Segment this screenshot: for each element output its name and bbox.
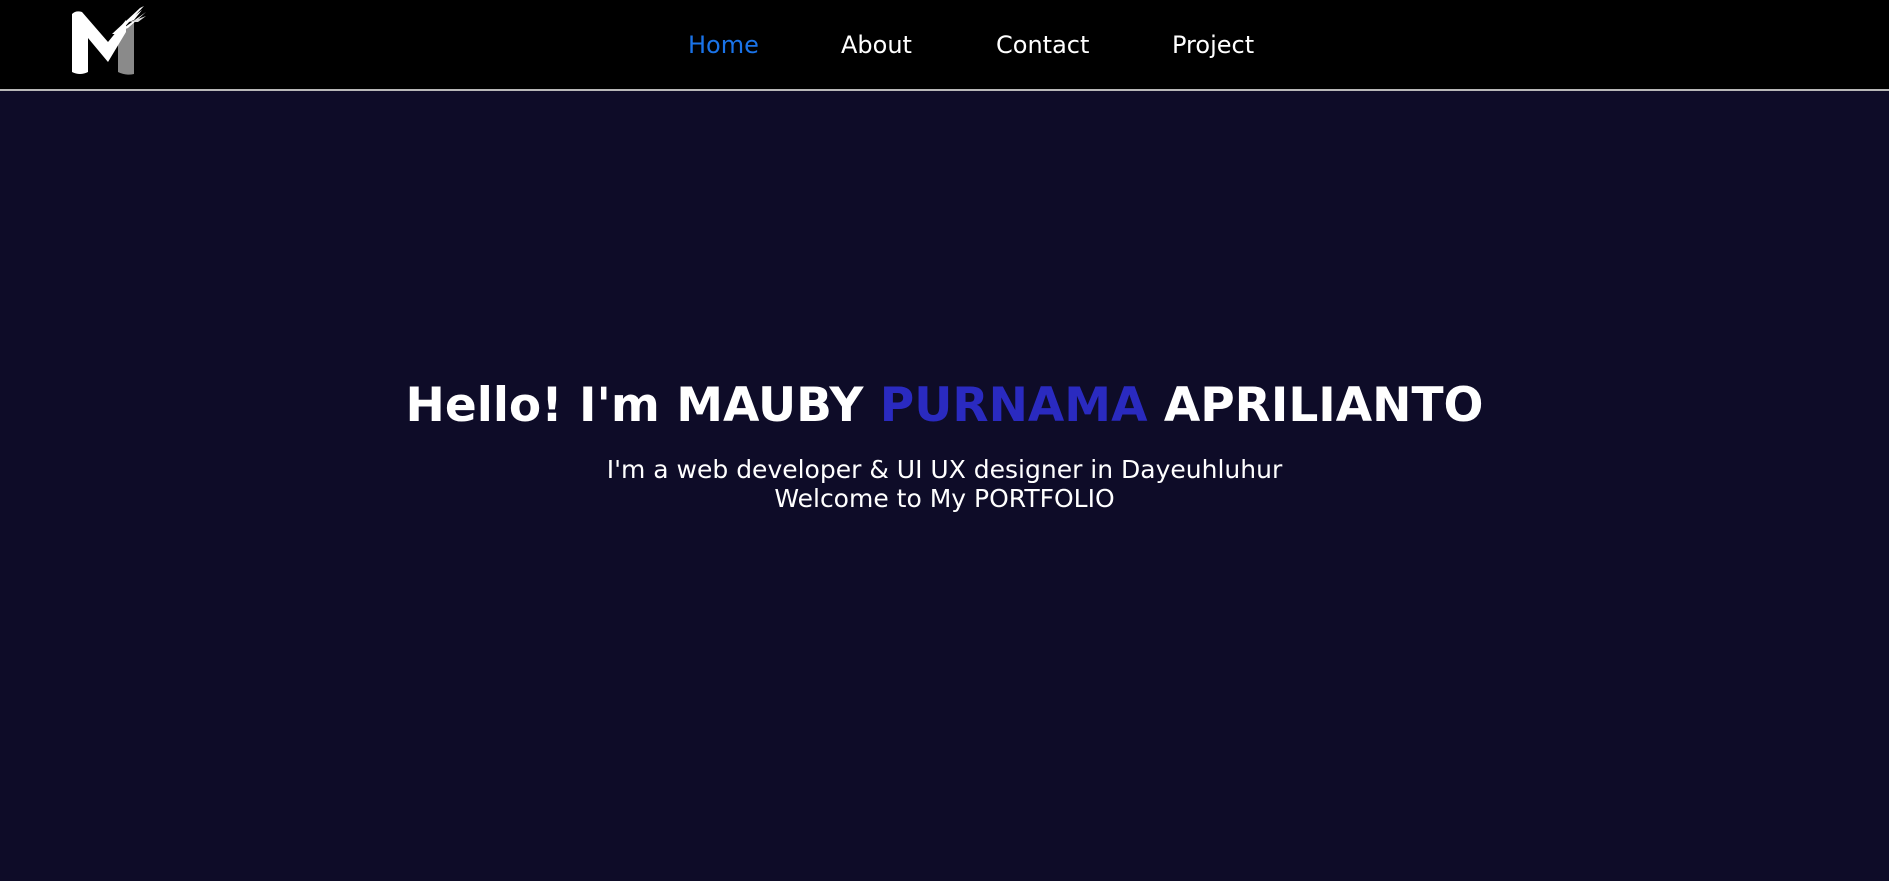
hero-section: Hello! I'm MAUBY PURNAMA APRILIANTO I'm … <box>0 91 1889 881</box>
nav-link-about[interactable]: About <box>841 30 912 60</box>
hero-first-name: MAUBY <box>676 378 864 433</box>
hero-subtitle-line1: I'm a web developer & UI UX designer in … <box>606 455 1283 484</box>
hero-title: Hello! I'm MAUBY PURNAMA APRILIANTO <box>0 378 1889 434</box>
nav-link-project[interactable]: Project <box>1172 30 1254 60</box>
navbar: Home About Contact Project <box>0 0 1889 91</box>
nav-link-home[interactable]: Home <box>688 30 759 60</box>
nav-link-contact[interactable]: Contact <box>996 30 1089 60</box>
hero-middle-name: PURNAMA <box>879 378 1148 433</box>
main-nav: Home About Contact Project <box>0 0 1889 89</box>
hero-subtitle-line2: Welcome to My PORTFOLIO <box>774 484 1115 513</box>
hero-last-name: APRILIANTO <box>1163 378 1484 433</box>
hero-greeting: Hello! I'm <box>405 378 660 433</box>
hero-subtitle: I'm a web developer & UI UX designer in … <box>0 455 1889 513</box>
